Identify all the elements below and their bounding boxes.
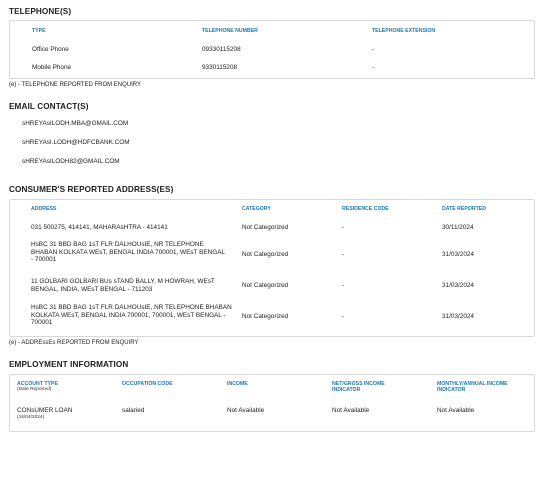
income-value: Not Available [227, 407, 265, 414]
address-residence-code: - [342, 251, 345, 258]
col-telephone-extension: TELEPHONE EXTENSION [372, 28, 436, 34]
employment-account-type: CONsUMER LOAN (16/04/2024) [17, 407, 72, 421]
address-date: 31/03/2024 [442, 313, 474, 320]
address-residence-code: - [342, 282, 345, 289]
address-text: 031 500275, 414141, MAHARAsHTRA - 414141 [31, 224, 168, 231]
account-type-value: CONsUMER LOAN [17, 407, 73, 414]
col-account-type: ACCOUNT TYPE (Date Reported) [17, 381, 58, 393]
col-residence-code: RESIDENCE CODE [342, 206, 389, 212]
address-category: Not Categorized [242, 313, 289, 320]
col-income: INCOME [227, 381, 248, 387]
address-residence-code: - [342, 224, 345, 231]
col-occupation-code: OCCUPATION CODE [122, 381, 173, 387]
phone-number: 09330115208 [202, 46, 241, 53]
occupation-value: salaried [122, 407, 145, 414]
col-account-type-sub: (Date Reported) [17, 387, 52, 392]
address-date: 31/03/2024 [442, 282, 474, 289]
email-item: sHREYAsILODH82@GMAIL.COM [22, 158, 120, 165]
col-type: TYPE [32, 28, 46, 34]
address-date: 30/11/2024 [442, 224, 474, 231]
addresses-title: CONSUMER'S REPORTED ADDRESS(ES) [9, 185, 174, 194]
net-gross-value: Not Available [332, 407, 370, 414]
phone-number: 9330115208 [202, 64, 238, 71]
telephones-note: (e) - TELEPHONE REPORTED FROM ENQUIRY [9, 82, 142, 88]
phone-extension: - [372, 64, 375, 71]
col-date-reported: DATE REPORTED [442, 206, 486, 212]
email-item: sHREYAsI.LODH@HDFCBANK.COM [22, 139, 130, 146]
col-monthly-annual-indicator: MONTHLY/ANNUAL INCOME INDICATOR [437, 381, 508, 393]
address-text: HsBC 31 BBD BAG 1sT FLR DALHOUsIE, NR TE… [31, 241, 225, 264]
phone-extension: - [372, 46, 375, 53]
telephones-table: TYPE TELEPHONE NUMBER TELEPHONE EXTENSIO… [9, 20, 535, 79]
address-category: Not Categorized [242, 251, 289, 258]
address-text: 11 GOLBARI GOLBARI BUs sTAND BALLY, M HO… [31, 278, 215, 293]
telephones-title: TELEPHONE(S) [9, 7, 72, 16]
monthly-annual-value: Not Available [437, 407, 475, 414]
addresses-table: ADDRESS CATEGORY RESIDENCE CODE DATE REP… [9, 199, 535, 337]
phone-type: Mobile Phone [32, 64, 72, 71]
col-address: ADDRESS [31, 206, 57, 212]
col-net-gross-indicator: NET/GROSS INCOME INDICATOR [332, 381, 385, 393]
email-item: sHREYAsILODH.MBA@GMAIL.COM [22, 120, 129, 127]
address-category: Not Categorized [242, 282, 289, 289]
col-category: CATEGORY [242, 206, 271, 212]
address-date: 31/03/2024 [442, 251, 474, 258]
emails-title: EMAIL CONTACT(S) [9, 102, 89, 111]
col-telephone-number: TELEPHONE NUMBER [202, 28, 258, 34]
date-reported-value: (16/04/2024) [17, 414, 45, 420]
employment-table: ACCOUNT TYPE (Date Reported) OCCUPATION … [9, 374, 535, 432]
address-text: HsBC 31 BBD BAG 1sT FLR DALHOUsIE, NR TE… [31, 304, 232, 327]
addresses-note: (e) - ADDREssEs REPORTED FROM ENQUIRY [9, 340, 139, 346]
phone-type: Office Phone [32, 46, 69, 53]
address-residence-code: - [342, 313, 345, 320]
employment-title: EMPLOYMENT INFORMATION [9, 360, 129, 369]
address-category: Not Categorized [242, 224, 289, 231]
